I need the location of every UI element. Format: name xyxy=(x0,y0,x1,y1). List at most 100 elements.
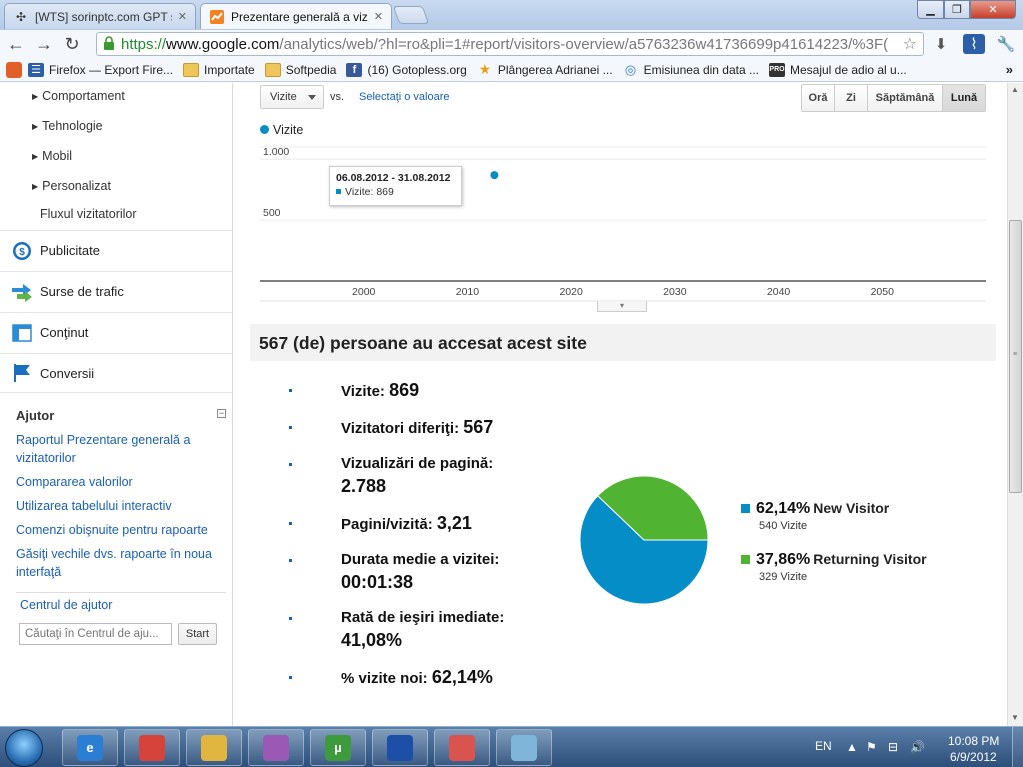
granularity-hour-button[interactable]: Oră xyxy=(802,85,835,111)
diamond-arrows-icon: ✣ xyxy=(15,9,27,24)
help-link-common-commands[interactable]: Comenzi obişnuite pentru rapoarte xyxy=(16,521,226,539)
bookmark-label: Softpedia xyxy=(285,62,337,77)
bookmark-label: Plângerea Adrianei ... xyxy=(497,62,613,77)
pro-tv-icon: PRO xyxy=(769,62,785,77)
sidebar-item-publicitate[interactable]: $ Publicitate xyxy=(0,230,232,270)
bookmark-star-icon[interactable]: ☆ xyxy=(903,34,917,54)
bookmark-list: ☰ Firefox — Export Fire... Importate Softpe… xyxy=(28,61,917,77)
sidebar-item-conversii[interactable]: Conversii xyxy=(0,353,232,393)
tray-expand-icon[interactable]: ▲ xyxy=(846,740,858,754)
internet-explorer-icon: e xyxy=(77,734,103,761)
help-center-link[interactable]: Centrul de ajutor xyxy=(20,598,112,612)
sidebar-item-mobil[interactable]: ▶ Mobil xyxy=(32,149,72,163)
bookmark-item[interactable]: ◎ Emisiunea din data ... xyxy=(623,62,759,77)
scroll-down-icon[interactable]: ▼ xyxy=(1011,713,1019,722)
granularity-day-button[interactable]: Zi xyxy=(835,85,868,111)
scrollbar-thumb[interactable]: ≡ xyxy=(1009,220,1022,493)
stat-item: % vizite noi: 62,14% xyxy=(341,666,541,688)
sidebar-item-personalizat[interactable]: ▶ Personalizat xyxy=(32,179,111,193)
maximize-icon[interactable]: ❐ xyxy=(944,0,970,19)
minimize-icon[interactable]: ▁ xyxy=(917,0,944,19)
stat-value: 869 xyxy=(389,380,420,400)
address-bar[interactable]: https://www.google.com/analytics/web/?hl… xyxy=(96,32,924,56)
stat-item: Vizite: 869 xyxy=(341,379,541,401)
bookmarks-list-icon: ☰ xyxy=(28,62,44,77)
close-icon[interactable]: ✕ xyxy=(374,10,383,23)
tab-sorinptc[interactable]: ✣ [WTS] sorinptc.com GPT s ✕ xyxy=(4,3,196,29)
close-icon[interactable]: ✕ xyxy=(178,10,187,23)
pie-legend-item[interactable]: 62,14% New Visitor 540 Vizite xyxy=(741,500,889,532)
download-icon[interactable]: ⬇ xyxy=(930,34,952,54)
extension-chart-icon[interactable]: ⌇ xyxy=(963,34,985,54)
taskbar-app-button[interactable]: e xyxy=(62,729,118,766)
divider xyxy=(16,592,226,593)
taskbar-app-button[interactable] xyxy=(248,729,304,766)
stat-label: Vizualizări de pagină: xyxy=(341,455,494,472)
sidebar: ▶ Comportament ▶ Tehnologie ▶ Mobil ▶ Person… xyxy=(0,83,233,726)
volume-icon[interactable]: 🔊 xyxy=(910,740,925,754)
help-link-overview-report[interactable]: Raportul Prezentare generală a vizitator… xyxy=(16,431,226,467)
taskbar-app-button[interactable] xyxy=(496,729,552,766)
flag-icon xyxy=(11,363,33,383)
help-link-old-reports[interactable]: Găsiţi vechile dvs. rapoarte în noua int… xyxy=(16,545,226,581)
help-search-start-button[interactable]: Start xyxy=(178,623,217,645)
new-tab-button[interactable] xyxy=(392,6,430,24)
forward-icon[interactable]: → xyxy=(32,33,56,55)
clock-time[interactable]: 10:08 PM xyxy=(948,734,999,748)
bookmark-item[interactable]: f (16) Gotopless.org xyxy=(346,62,467,77)
vertical-scrollbar[interactable]: ▲ ≡ ▼ xyxy=(1007,83,1023,726)
input-language[interactable]: EN xyxy=(815,739,832,753)
sidebar-item-surse-trafic[interactable]: Surse de trafic xyxy=(0,271,232,311)
chevron-down-icon xyxy=(308,95,316,100)
url-path: /analytics/web/?hl=ro&pli=1#report/visit… xyxy=(279,35,889,53)
start-button[interactable] xyxy=(5,729,43,767)
action-center-flag-icon[interactable]: ⚑ xyxy=(866,740,877,754)
help-link-compare-values[interactable]: Compararea valorilor xyxy=(16,473,226,491)
sidebar-item-comportament[interactable]: ▶ Comportament xyxy=(32,89,125,103)
network-icon[interactable]: ⊟ xyxy=(888,740,898,754)
bookmark-label: Mesajul de adio al u... xyxy=(790,62,907,77)
close-window-icon[interactable]: ✕ xyxy=(970,0,1016,19)
taskbar-app-button[interactable]: µ xyxy=(310,729,366,766)
metric-selector[interactable]: Vizite xyxy=(260,85,324,109)
taskbar-app-button[interactable] xyxy=(434,729,490,766)
bookmarks-overflow-icon[interactable]: » xyxy=(1006,62,1013,77)
tab-analytics[interactable]: Prezentare generală a vizita ✕ xyxy=(200,3,392,29)
taskbar-app-button[interactable] xyxy=(124,729,180,766)
legend-label[interactable]: Vizite xyxy=(273,123,303,137)
bookmark-item[interactable]: ☰ Firefox — Export Fire... xyxy=(28,62,173,77)
reload-icon[interactable]: ↻ xyxy=(60,33,84,55)
stat-label: % vizite noi: xyxy=(341,670,428,687)
granularity-month-button[interactable]: Lună xyxy=(943,85,985,111)
pie-percent: 62,14% xyxy=(756,500,811,517)
explorer-icon xyxy=(201,734,227,761)
bookmark-item[interactable]: ★ Plângerea Adrianei ... xyxy=(477,61,613,77)
x-tick-label: 2000 xyxy=(352,286,376,298)
wrench-icon[interactable]: 🔧 xyxy=(995,34,1017,54)
taskbar-app-button[interactable] xyxy=(372,729,428,766)
compare-metric-link[interactable]: Selectaţi o valoare xyxy=(359,91,450,103)
svg-text:$: $ xyxy=(19,247,25,258)
y-tick-label: 1.000 xyxy=(263,146,289,158)
bookmark-item[interactable]: Importate xyxy=(183,62,255,77)
chart-tooltip: 06.08.2012 - 31.08.2012 Vizite: 869 xyxy=(329,166,462,206)
collapse-icon[interactable]: − xyxy=(217,409,226,418)
bookmark-item[interactable]: Softpedia xyxy=(264,62,337,77)
show-desktop-button[interactable] xyxy=(1012,727,1023,767)
pie-legend-item[interactable]: 37,86% Returning Visitor 329 Vizite xyxy=(741,551,927,583)
chart-collapse-handle[interactable]: ▾ xyxy=(597,301,647,312)
apps-icon[interactable] xyxy=(6,61,22,78)
sidebar-item-tehnologie[interactable]: ▶ Tehnologie xyxy=(32,119,103,133)
help-link-interactive-table[interactable]: Utilizarea tabelului interactiv xyxy=(16,497,226,515)
sidebar-item-flux[interactable]: Fluxul vizitatorilor xyxy=(40,207,137,221)
back-icon[interactable]: ← xyxy=(4,33,28,55)
scroll-up-icon[interactable]: ▲ xyxy=(1011,85,1019,94)
taskbar-app-button[interactable] xyxy=(186,729,242,766)
bookmark-item[interactable]: PRO Mesajul de adio al u... xyxy=(769,62,907,77)
help-search-input[interactable] xyxy=(19,623,172,645)
granularity-week-button[interactable]: Săptămână xyxy=(868,85,943,111)
url-host: www.google.com xyxy=(166,35,280,53)
help-section-title: Ajutor xyxy=(16,408,55,423)
clock-date[interactable]: 6/9/2012 xyxy=(950,750,997,764)
sidebar-item-continut[interactable]: Conţinut xyxy=(0,312,232,352)
